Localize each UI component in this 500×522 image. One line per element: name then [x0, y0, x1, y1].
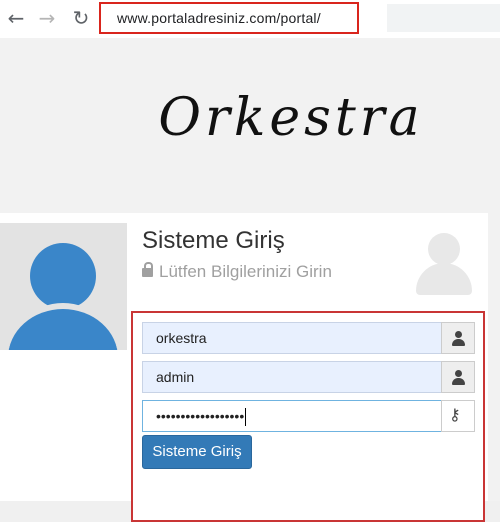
login-title: Sisteme Giriş: [142, 227, 285, 254]
address-bar[interactable]: www.portaladresiniz.com/portal/: [99, 2, 359, 34]
avatar: [0, 223, 127, 350]
avatar-head-shape: [30, 243, 96, 309]
password-input-group: •••••••••••••••••• ⚷: [142, 400, 475, 432]
login-subtitle-row: Lütfen Bilgilerinizi Girin: [142, 262, 332, 282]
login-submit-button[interactable]: Sisteme Giriş: [142, 435, 252, 469]
avatar-body-shape: [8, 303, 118, 350]
user-icon-body: [452, 378, 465, 385]
url-text: www.portaladresiniz.com/portal/: [117, 10, 321, 26]
lock-icon: [142, 262, 153, 277]
back-arrow-icon[interactable]: ←: [3, 4, 29, 32]
page-content: Orkestra Sisteme Giriş Lütfen Bilgilerin…: [0, 38, 500, 522]
forward-arrow-icon[interactable]: →: [34, 4, 60, 32]
company-user-addon: [441, 322, 475, 354]
browser-toolbar: ← → ↻ www.portaladresiniz.com/portal/: [0, 0, 500, 38]
login-subtitle: Lütfen Bilgilerinizi Girin: [159, 262, 332, 281]
password-dots: ••••••••••••••••••: [156, 408, 245, 424]
username-input[interactable]: admin: [142, 361, 442, 393]
orkestra-logo: Orkestra: [158, 88, 424, 148]
key-icon: ⚷: [449, 405, 461, 424]
text-cursor: [245, 408, 247, 427]
user-icon: [455, 370, 462, 377]
user-placeholder-body: [416, 263, 472, 295]
login-form: orkestra admin •••••••••••••••••• ⚷ Sist…: [131, 311, 485, 522]
user-icon-body: [452, 339, 465, 346]
password-key-addon: ⚷: [441, 400, 475, 432]
user-placeholder-icon: [414, 233, 474, 297]
user-icon: [455, 331, 462, 338]
company-input[interactable]: orkestra: [142, 322, 442, 354]
toolbar-search-box[interactable]: [387, 4, 500, 32]
reload-icon[interactable]: ↻: [68, 4, 94, 32]
password-input[interactable]: ••••••••••••••••••: [142, 400, 442, 432]
company-input-group: orkestra: [142, 322, 475, 354]
user-placeholder-head: [428, 233, 460, 265]
username-input-group: admin: [142, 361, 475, 393]
username-user-addon: [441, 361, 475, 393]
